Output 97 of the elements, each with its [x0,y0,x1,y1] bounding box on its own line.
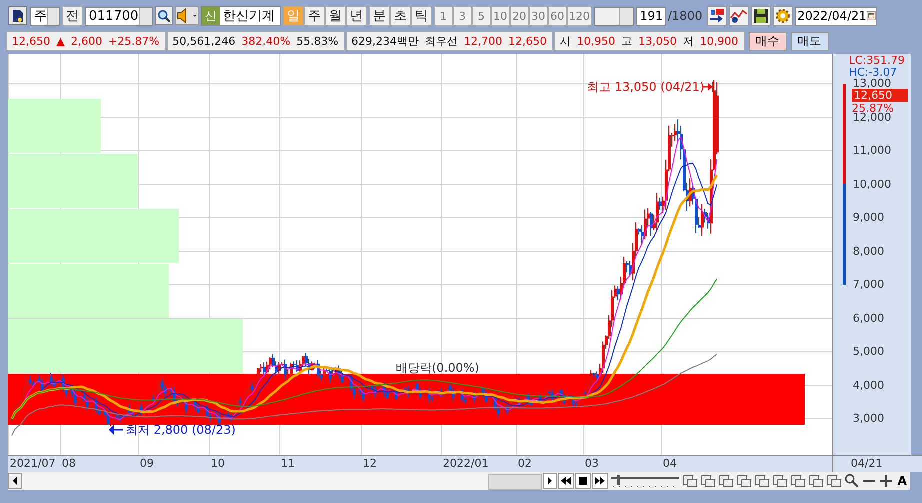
quote-value: 2,600 [70,34,102,48]
price-tick-label: 7,000 [853,278,884,291]
quote-value: 10,950 [577,34,616,48]
date-tick-label: 08 [62,457,76,470]
interval-button[interactable]: 5 [472,6,491,26]
interval-button[interactable]: 60 [548,6,567,26]
price-tick-label: 8,000 [853,244,884,258]
font-button[interactable]: A [894,474,910,488]
save-icon[interactable] [750,6,771,26]
chart-tool-icon[interactable] [808,473,825,489]
interval-button[interactable]: 3 [453,6,472,26]
interval-button[interactable]: 30 [529,6,548,26]
sell-button[interactable]: 매도 [790,32,829,50]
period-tab[interactable]: 월 [325,6,346,26]
zoom-slider-icon[interactable] [608,473,681,489]
chart-tool-icon[interactable] [718,473,735,489]
quote-value: 55.83% [296,34,339,48]
market-dropdown[interactable]: 주 [30,6,60,26]
price-tick-label: 4,000 [853,378,884,392]
quote-value: 12,700 [464,34,503,48]
current-price-label: 12,650 [852,89,908,102]
chart-settings-icon[interactable] [728,6,749,26]
quote-value: 629,234백만 [352,34,420,48]
date-tick-label: 2021/07 [10,457,56,470]
arrows-icon[interactable] [706,6,727,26]
quote-value: ▲ [56,34,65,48]
price-tick-label: 3,000 [853,412,884,425]
date-field[interactable]: 2022/04/21 [794,6,877,26]
chart-tool-icon[interactable] [700,473,717,489]
chart-tool-icon[interactable] [736,473,753,489]
scrollbar-thumb[interactable] [488,474,542,490]
price-tick-label: 6,000 [853,312,884,324]
quote-value: 12,650 [12,34,50,48]
code-field[interactable]: 011700 [85,6,153,26]
low-price-note: 최저 2,800 (08/23) [126,423,236,437]
date-tick-label: 11 [281,457,295,470]
count-field[interactable]: 191 [636,6,666,26]
chart-tool-icon[interactable] [754,473,771,489]
date-tick-label: 12 [363,457,377,470]
date-tick-label: 04 [663,457,677,470]
fast-forward-icon[interactable] [592,473,608,489]
rewind-icon[interactable] [558,473,574,489]
quote-value: 50,561,246 [172,34,236,48]
search-icon[interactable] [155,6,173,26]
period-tab[interactable]: 분 [369,6,390,26]
previous-button[interactable]: 전 [62,6,83,26]
buy-button[interactable]: 매수 [748,32,787,50]
dividend-note: 배당락(0.00%) [396,361,480,375]
date-tick-label: 10 [211,457,225,470]
scroll-left-icon[interactable] [8,473,22,489]
date-tick-label: 03 [585,457,599,470]
interval-button[interactable]: 120 [567,6,592,26]
period-tab[interactable]: 초 [390,6,411,26]
chart-tool-icon[interactable] [826,473,843,489]
date-tick-label: 02 [518,457,532,470]
total-count: /1800 [668,9,703,23]
play-icon[interactable] [542,473,557,489]
quote-value: 12,650 [508,34,548,48]
chart-tool-icon[interactable] [682,473,699,489]
interval-button[interactable]: 20 [510,6,529,26]
period-tab[interactable]: 년 [346,6,367,26]
high-arrow-icon [702,82,714,92]
chart-tool-icon[interactable] [790,473,807,489]
credit-badge: 신 [202,7,220,25]
high-price-note: 최고 13,050 (04/21) [587,80,705,94]
quote-value: 최우선 [425,34,458,48]
settings-icon[interactable] [772,6,793,26]
quote-value: 저 [683,34,694,48]
price-tick-label: 13,000 [853,77,892,90]
plus-icon[interactable] [878,473,894,489]
interval-dropdown[interactable] [594,6,634,26]
quote-value: 382.40% [242,34,291,48]
interval-button[interactable]: 10 [491,6,510,26]
stop-icon[interactable] [574,473,591,489]
speaker-icon[interactable] [175,6,199,26]
price-tick-label: 5,000 [853,345,884,358]
price-tick-label: 9,000 [853,211,884,224]
quote-value: +25.87% [108,34,160,48]
interval-button[interactable]: 1 [434,6,453,26]
period-tab[interactable]: 틱 [411,6,432,26]
hc-value: HC:-3.07 [849,66,898,79]
period-tab[interactable]: 주 [304,6,325,26]
search-icon[interactable] [844,473,860,489]
chart-tool-icon[interactable] [772,473,789,489]
price-tick-label: 10,000 [853,178,892,190]
lc-value: LC:351.79 [849,54,906,67]
quote-value: 고 [622,34,633,48]
quote-value: 13,050 [638,34,678,48]
app-menu-icon[interactable] [8,6,28,26]
stock-name-field[interactable]: 신 한신기계 [201,6,281,26]
price-tick-label: 11,000 [853,144,892,157]
quote-value: 10,900 [700,34,739,48]
low-arrow-icon [109,425,123,435]
date-tick-label: 2022/01 [443,457,489,470]
stock-name: 한신기계 [222,8,275,25]
quote-value: 시 [560,34,572,48]
date-tick-label: 09 [140,457,154,470]
